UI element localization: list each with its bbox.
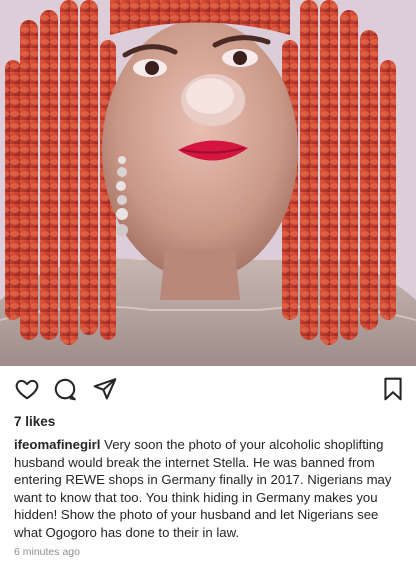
bookmark-icon[interactable] — [380, 376, 406, 402]
likes-count[interactable]: 7 likes — [14, 414, 55, 429]
post-caption: ifeomafinegirl Very soon the photo of yo… — [14, 436, 406, 542]
caption-username[interactable]: ifeomafinegirl — [14, 437, 100, 452]
post-actions-bar — [0, 366, 416, 412]
paper-plane-icon[interactable] — [92, 376, 118, 402]
comment-icon[interactable] — [52, 376, 78, 402]
heart-icon[interactable] — [14, 376, 40, 402]
portrait-image — [0, 0, 416, 366]
instagram-post: 7 likes ifeomafinegirl Very soon the pho… — [0, 0, 416, 561]
post-timestamp: 6 minutes ago — [14, 546, 80, 558]
caption-text: Very soon the photo of your alcoholic sh… — [14, 437, 392, 540]
post-photo[interactable] — [0, 0, 416, 366]
